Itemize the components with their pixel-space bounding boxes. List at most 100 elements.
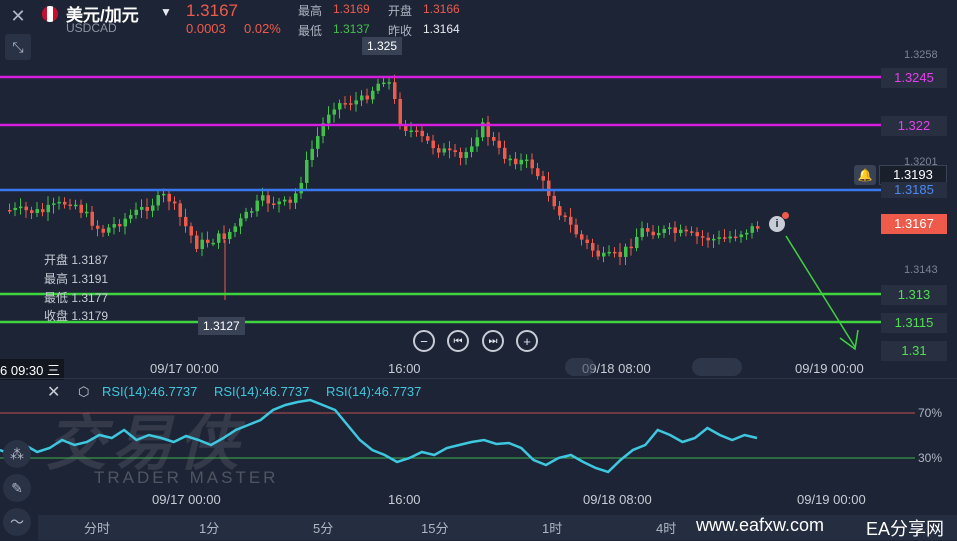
candle-body — [217, 233, 221, 243]
zoom-out-button[interactable]: − — [413, 330, 435, 352]
rsi-time-3: 09/18 08:00 — [583, 492, 652, 507]
candle-body — [184, 216, 188, 227]
candle-body — [90, 211, 94, 226]
candle-body — [41, 209, 45, 213]
candle-body — [354, 100, 358, 105]
candle-body — [112, 224, 116, 228]
candle-body — [684, 229, 688, 232]
candle-body — [519, 159, 523, 165]
candle-body — [695, 232, 699, 237]
forecast-arrow — [785, 235, 856, 348]
price-chart[interactable] — [0, 0, 957, 360]
candle-body — [668, 227, 672, 229]
candle-body — [233, 226, 237, 232]
candle-body — [739, 234, 743, 238]
site-url: www.eafxw.com — [696, 515, 825, 535]
pencil-icon[interactable]: ✎ — [3, 474, 31, 502]
candle-body — [492, 136, 496, 141]
candle-body — [250, 211, 254, 213]
candle-body — [442, 148, 446, 153]
candle-body — [239, 218, 243, 227]
candle-body — [382, 82, 386, 85]
candle-body — [646, 228, 650, 232]
candle-body — [415, 130, 419, 133]
candle-body — [541, 176, 545, 181]
candle-body — [68, 204, 72, 207]
candle-body — [712, 238, 716, 241]
candle-body — [464, 152, 468, 158]
time-label-4: 09/19 00:00 — [795, 361, 864, 376]
bell-icon[interactable]: 🔔 — [854, 165, 876, 185]
high-marker: 1.325 — [362, 37, 403, 55]
candle-body — [244, 211, 248, 219]
candle-body — [299, 182, 303, 194]
candle-body — [552, 195, 556, 207]
scroll-prev-button[interactable]: ⏮ — [447, 330, 469, 352]
zoom-in-button[interactable]: + — [516, 330, 538, 352]
price-tag-1-3185: 1.3185 — [881, 182, 947, 198]
candle-body — [19, 206, 23, 209]
last-price-tag: 1.3167 — [881, 214, 947, 234]
candle-body — [629, 246, 633, 249]
rsi-divider — [0, 378, 957, 379]
candle-body — [74, 204, 78, 207]
candle-body — [717, 237, 721, 239]
candle-body — [376, 83, 380, 91]
candle-body — [448, 148, 452, 151]
candle-body — [343, 103, 347, 105]
candle-body — [734, 236, 738, 239]
candle-body — [255, 200, 259, 212]
candle-body — [420, 130, 424, 137]
candle-body — [24, 206, 28, 211]
tf-1h[interactable]: 1时 — [542, 518, 562, 537]
candle-body — [497, 140, 501, 148]
candle-body — [316, 136, 320, 149]
candle-body — [607, 251, 611, 254]
candle-body — [195, 235, 199, 249]
candle-body — [178, 203, 182, 217]
line-tool-icon[interactable]: 〜 — [3, 508, 31, 536]
low-marker: 1.3127 — [198, 317, 245, 335]
candle-body — [332, 109, 336, 115]
candle-body — [371, 90, 375, 100]
tf-1m[interactable]: 1分 — [199, 518, 219, 537]
candle-body — [338, 103, 342, 110]
candle-body — [706, 237, 710, 241]
tf-15m[interactable]: 15分 — [421, 518, 448, 537]
price-tag-1-322: 1.322 — [881, 116, 947, 136]
candle-body — [129, 215, 133, 219]
candle-body — [591, 243, 595, 251]
tf-4h[interactable]: 4时 — [656, 518, 676, 537]
axis-price-3: 1.3143 — [904, 264, 938, 276]
rsi-level-30: 30% — [918, 451, 943, 465]
candle-body — [96, 225, 100, 229]
candle-body — [651, 231, 655, 236]
candle-body — [701, 236, 705, 238]
candle-body — [79, 204, 83, 213]
candle-body — [35, 209, 39, 214]
ohlc-high: 最高 1.3191 — [44, 272, 109, 286]
tf-5m[interactable]: 5分 — [313, 518, 333, 537]
candle-body — [398, 98, 402, 125]
price-tag-1-313: 1.313 — [881, 285, 947, 305]
candle-body — [563, 215, 567, 218]
candle-body — [151, 205, 155, 211]
ohlc-close: 收盘 1.3179 — [44, 309, 109, 323]
scroll-next-button[interactable]: ⏭ — [482, 330, 504, 352]
candle-body — [156, 195, 160, 206]
price-tag-1-3245: 1.3245 — [881, 68, 947, 88]
tf-tick[interactable]: 分时 — [84, 518, 110, 537]
loading-dots-icon — [692, 358, 742, 376]
candle-body — [613, 251, 617, 254]
time-label-2: 16:00 — [388, 361, 421, 376]
candle-body — [288, 199, 292, 203]
candle-body — [723, 237, 727, 239]
candle-body — [431, 140, 435, 149]
candle-body — [200, 239, 204, 249]
indicator-tool-icon[interactable]: ⁂ — [3, 440, 31, 468]
crosshair-time: 6 09:30 三 — [0, 359, 64, 380]
candle-body — [585, 239, 589, 244]
candle-body — [387, 82, 391, 84]
candle-body — [101, 228, 105, 233]
ohlc-open: 开盘 1.3187 — [44, 253, 109, 267]
